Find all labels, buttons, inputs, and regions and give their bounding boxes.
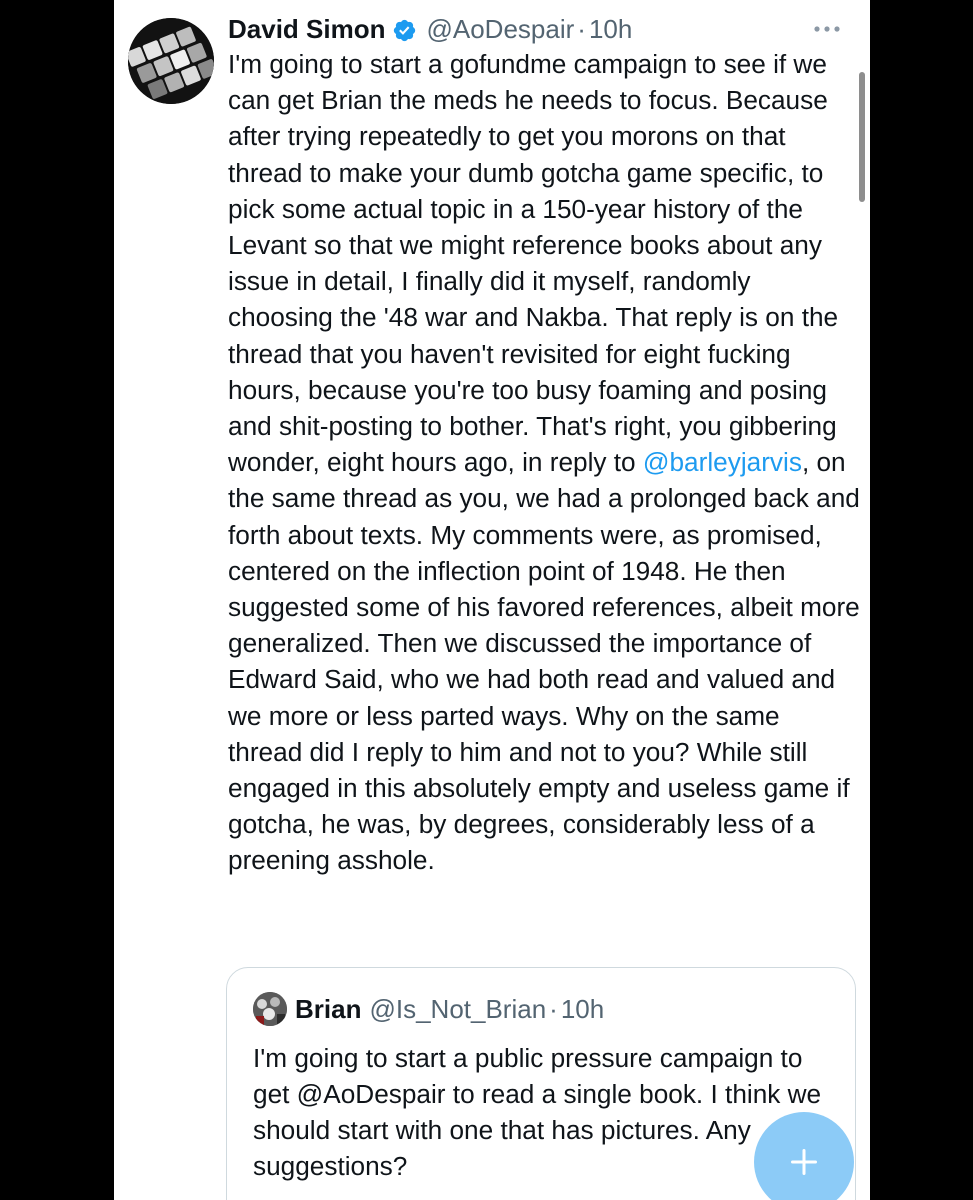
tweet-text-part1: I'm going to start a gofundme campaign t… bbox=[228, 49, 839, 478]
plus-icon bbox=[791, 1149, 817, 1175]
tweet-body: I'm going to start a gofundme campaign t… bbox=[228, 46, 860, 879]
tweet-header: David Simon @AoDespair · 10h bbox=[228, 12, 632, 46]
more-options-icon[interactable] bbox=[812, 22, 842, 34]
header-separator: · bbox=[577, 14, 586, 44]
quoted-tweet-header: Brian @Is_Not_Brian · 10h bbox=[253, 992, 604, 1026]
verified-badge-icon bbox=[392, 17, 417, 42]
quoted-header-separator: · bbox=[549, 993, 558, 1024]
avatar-image bbox=[128, 18, 214, 104]
quoted-tweet-text: I'm going to start a public pressure cam… bbox=[253, 1043, 822, 1181]
quoted-author-handle[interactable]: @Is_Not_Brian bbox=[369, 994, 546, 1025]
quoted-tweet-timestamp[interactable]: 10h bbox=[561, 994, 604, 1025]
page: David Simon @AoDespair · 10h I'm going t… bbox=[0, 0, 973, 1200]
tweet-timestamp[interactable]: 10h bbox=[589, 12, 632, 46]
author-display-name[interactable]: David Simon bbox=[228, 12, 385, 46]
tweet-screen: David Simon @AoDespair · 10h I'm going t… bbox=[114, 0, 870, 1200]
quoted-author-display-name[interactable]: Brian bbox=[295, 994, 361, 1025]
mention-link[interactable]: @barleyjarvis bbox=[643, 447, 802, 477]
tweet-text-part2: , on the same thread as you, we had a pr… bbox=[228, 447, 860, 876]
quoted-author-avatar[interactable] bbox=[253, 992, 287, 1026]
author-handle[interactable]: @AoDespair bbox=[426, 12, 574, 46]
author-avatar[interactable] bbox=[128, 18, 214, 104]
